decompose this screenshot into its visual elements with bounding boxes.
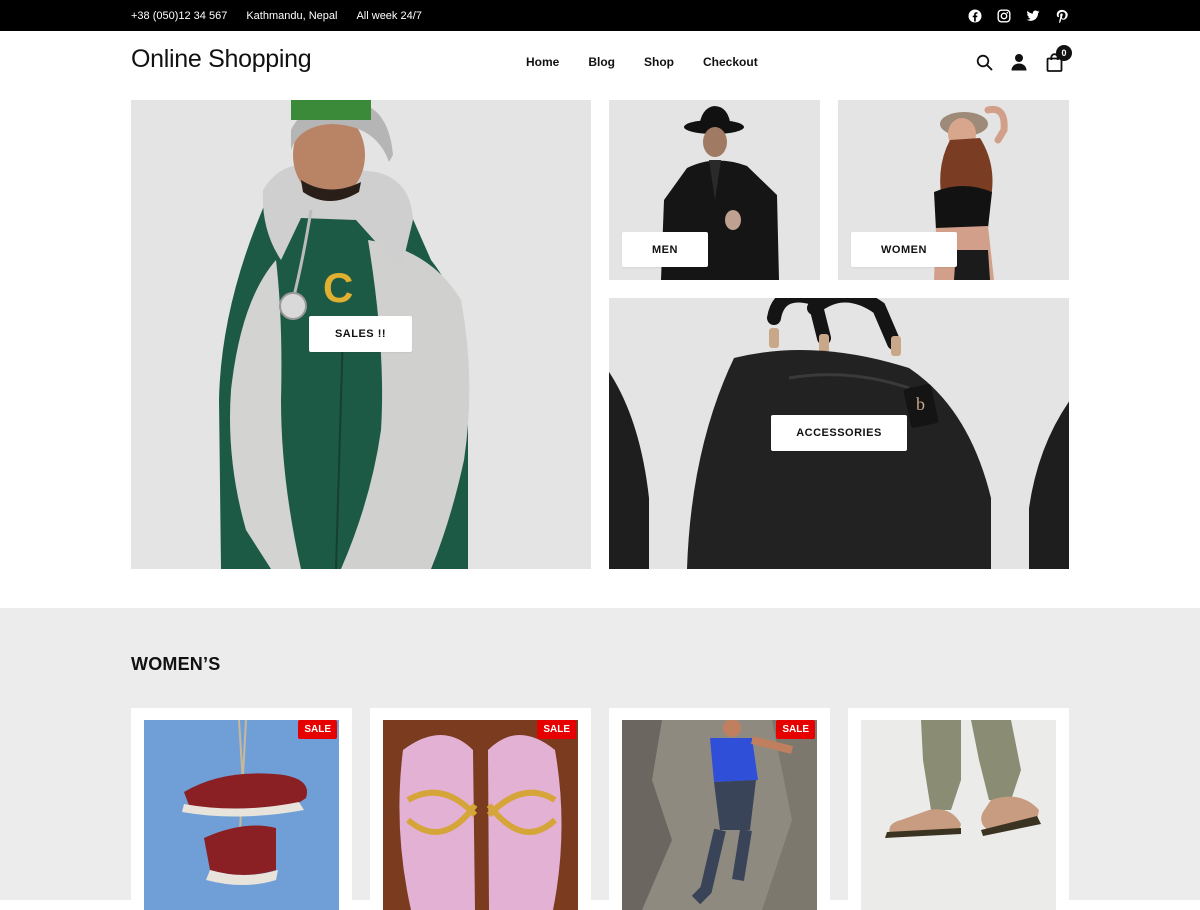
hours-text: All week 24/7 xyxy=(356,9,422,22)
pinterest-icon[interactable] xyxy=(1055,9,1069,23)
cart-count-badge: 0 xyxy=(1056,45,1072,61)
product-card[interactable]: SALE xyxy=(370,708,591,910)
nav-blog[interactable]: Blog xyxy=(588,55,615,69)
banner-accessories[interactable]: b ACCESSORIES xyxy=(609,298,1069,569)
search-icon[interactable] xyxy=(975,52,993,72)
phone-number[interactable]: +38 (050)12 34 567 xyxy=(131,10,227,22)
site-logo[interactable]: Online Shopping xyxy=(131,45,312,74)
location-text: Kathmandu, Nepal xyxy=(246,9,338,22)
svg-text:C: C xyxy=(323,264,353,311)
sale-badge: SALE xyxy=(298,720,337,739)
product-image[interactable] xyxy=(144,720,339,910)
facebook-icon[interactable] xyxy=(968,9,982,23)
womens-section: WOMEN’S SALE SALE SALE xyxy=(0,608,1200,910)
social-links xyxy=(968,0,1069,31)
cart-icon[interactable]: 0 xyxy=(1045,45,1072,72)
banner-women[interactable]: WOMEN xyxy=(838,100,1069,280)
site-header: Online Shopping Home Blog Shop Checkout … xyxy=(0,31,1200,95)
women-button[interactable]: WOMEN xyxy=(851,232,957,267)
section-title: WOMEN’S xyxy=(131,654,221,674)
product-card[interactable] xyxy=(848,708,1069,910)
product-image[interactable] xyxy=(861,720,1056,910)
accessories-button[interactable]: ACCESSORIES xyxy=(771,415,907,451)
nav-shop[interactable]: Shop xyxy=(644,55,674,69)
sales-button[interactable]: SALES !! xyxy=(309,316,412,352)
product-image[interactable] xyxy=(383,720,578,910)
instagram-icon[interactable] xyxy=(997,9,1011,23)
contact-info: +38 (050)12 34 567 Kathmandu, Nepal All … xyxy=(131,0,422,31)
top-bar: +38 (050)12 34 567 Kathmandu, Nepal All … xyxy=(0,0,1200,31)
sale-badge: SALE xyxy=(776,720,815,739)
sale-badge: SALE xyxy=(537,720,576,739)
svg-text:b: b xyxy=(916,394,925,414)
nav-checkout[interactable]: Checkout xyxy=(703,55,758,69)
header-actions: 0 xyxy=(975,45,1072,72)
product-card[interactable]: SALE xyxy=(609,708,830,910)
banner-sales[interactable]: C SALES !! xyxy=(131,100,591,569)
nav-home[interactable]: Home xyxy=(526,55,559,69)
men-button[interactable]: MEN xyxy=(622,232,708,267)
product-image[interactable] xyxy=(622,720,817,910)
product-card[interactable]: SALE xyxy=(131,708,352,910)
twitter-icon[interactable] xyxy=(1026,9,1040,23)
banner-men[interactable]: MEN xyxy=(609,100,820,280)
main-nav: Home Blog Shop Checkout xyxy=(526,55,758,69)
user-icon[interactable] xyxy=(1010,52,1028,72)
